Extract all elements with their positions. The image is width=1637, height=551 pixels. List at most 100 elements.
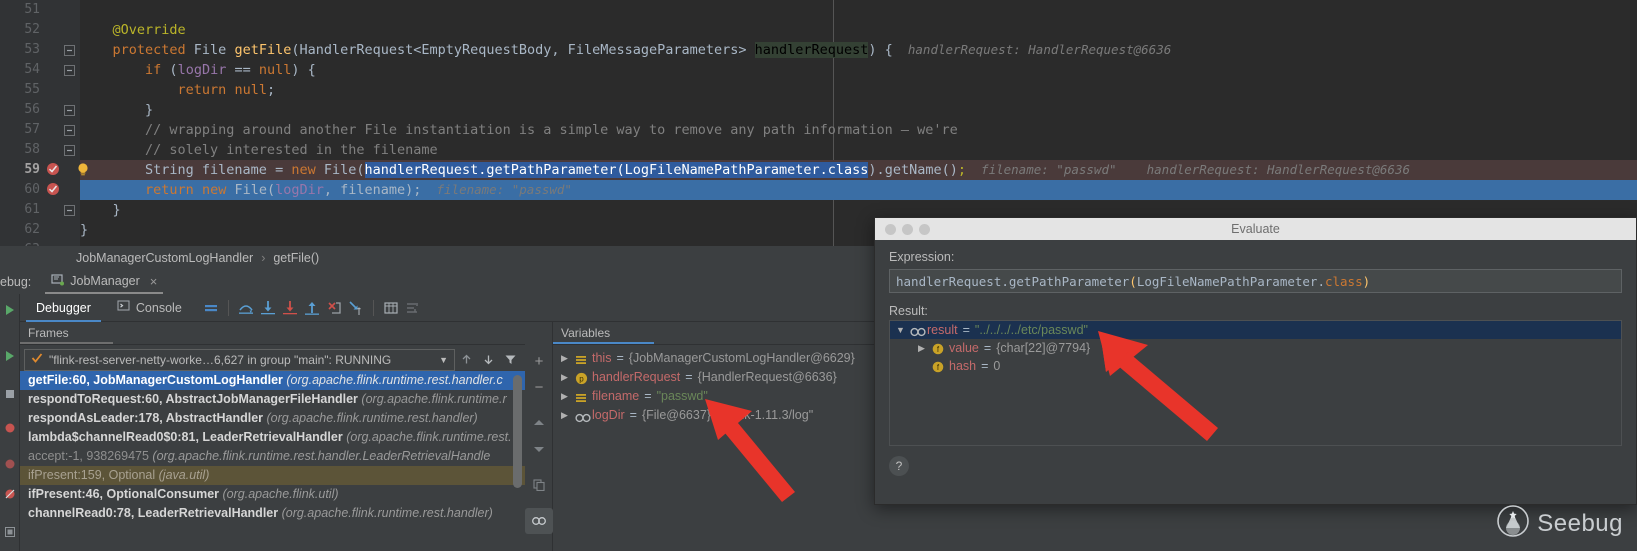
variables-tab-title[interactable]: Variables xyxy=(553,322,654,344)
code-lines[interactable]: 5152 @Override53 protected File getFile(… xyxy=(0,0,1637,246)
frame-up-button[interactable] xyxy=(455,349,477,371)
result-row[interactable]: ▶fvalue={char[22]@7794} xyxy=(890,339,1621,357)
frame-row[interactable]: accept:-1, 938269475 (org.apache.flink.r… xyxy=(20,447,525,466)
tab-console[interactable]: Console xyxy=(107,294,192,322)
variables-side-toolbar[interactable]: + − xyxy=(525,322,553,551)
help-icon[interactable]: ? xyxy=(889,456,909,476)
seebug-logo-icon xyxy=(1496,504,1530,543)
code-line[interactable]: 58 // solely interested in the filename xyxy=(0,140,1637,160)
variable-name: this xyxy=(592,349,611,368)
step-out-icon[interactable] xyxy=(301,297,323,319)
breakpoint-icon[interactable] xyxy=(46,162,62,178)
code-fold-icon[interactable] xyxy=(64,122,80,138)
breakpoint-icon[interactable] xyxy=(0,416,20,440)
code-text: @Override xyxy=(80,20,186,40)
mute-breakpoints-icon[interactable] xyxy=(0,482,20,506)
chevron-down-icon[interactable]: ▼ xyxy=(439,355,448,365)
close-icon[interactable]: × xyxy=(150,274,158,289)
result-row[interactable]: ▼result="../../../../etc/passwd" xyxy=(890,321,1621,339)
code-line[interactable]: 56 } xyxy=(0,100,1637,120)
expression-input[interactable]: handlerRequest.getPathParameter(LogFileN… xyxy=(889,269,1622,293)
thread-combobox[interactable]: "flink-rest-server-netty-worke…6,627 in … xyxy=(24,349,455,371)
code-line[interactable]: 53 protected File getFile(HandlerRequest… xyxy=(0,40,1637,60)
drop-frame-icon[interactable] xyxy=(323,297,345,319)
frames-list[interactable]: getFile:60, JobManagerCustomLogHandler (… xyxy=(20,371,525,547)
thread-selector-row[interactable]: "flink-rest-server-netty-worke…6,627 in … xyxy=(20,345,525,371)
frame-down-button[interactable] xyxy=(477,349,499,371)
expand-triangle-icon[interactable]: ▶ xyxy=(561,368,570,387)
remove-watch-icon[interactable]: − xyxy=(525,374,553,400)
frames-tabbar: Frames xyxy=(20,322,525,345)
move-down-icon[interactable] xyxy=(525,436,553,462)
filter-icon[interactable] xyxy=(499,349,521,371)
step-into-icon[interactable] xyxy=(257,297,279,319)
evaluate-dialog[interactable]: Evaluate Expression: handlerRequest.getP… xyxy=(874,217,1637,505)
code-line[interactable]: 52 @Override xyxy=(0,20,1637,40)
frame-row[interactable]: getFile:60, JobManagerCustomLogHandler (… xyxy=(20,371,525,390)
move-up-icon[interactable] xyxy=(525,410,553,436)
code-line[interactable]: 51 xyxy=(0,0,1637,20)
frame-row[interactable]: lambda$channelRead0$0:81, LeaderRetrieva… xyxy=(20,428,525,447)
stop-icon[interactable] xyxy=(0,382,20,406)
code-fold-icon[interactable] xyxy=(64,142,80,158)
frame-location: ifPresent:159, Optional xyxy=(28,468,155,482)
expand-triangle-icon[interactable]: ▶ xyxy=(561,349,570,368)
result-equals: = xyxy=(981,357,988,375)
expression-token: LogFileNamePathParameter. xyxy=(1137,274,1325,289)
breadcrumb-class[interactable]: JobManagerCustomLogHandler xyxy=(76,251,253,265)
code-fold-icon[interactable] xyxy=(64,202,80,218)
add-watch-icon[interactable]: + xyxy=(525,348,553,374)
settings-icon[interactable] xyxy=(402,297,424,319)
resume-program-icon[interactable] xyxy=(0,298,20,322)
thread-label: "flink-rest-server-netty-worke…6,627 in … xyxy=(49,353,391,367)
code-fold-icon[interactable] xyxy=(64,62,80,78)
frame-row[interactable]: ifPresent:46, OptionalConsumer (org.apac… xyxy=(20,485,525,504)
pause-icon[interactable] xyxy=(0,452,20,476)
code-line[interactable]: 54 if (logDir == null) { xyxy=(0,60,1637,80)
debug-left-icon-strip[interactable] xyxy=(0,294,20,551)
code-line[interactable]: 57 // wrapping around another File insta… xyxy=(0,120,1637,140)
breakpoint-icon[interactable] xyxy=(46,182,62,198)
expand-triangle-icon[interactable]: ▶ xyxy=(561,387,570,406)
mute-breakpoints-icon[interactable] xyxy=(200,297,222,319)
force-step-into-icon[interactable] xyxy=(279,297,301,319)
code-line[interactable]: 59 String filename = new File(handlerReq… xyxy=(0,160,1637,180)
frame-row[interactable]: respondAsLeader:178, AbstractHandler (or… xyxy=(20,409,525,428)
frames-tab-title[interactable]: Frames xyxy=(20,322,113,344)
run-to-cursor-icon[interactable] xyxy=(345,297,367,319)
expand-triangle-icon[interactable]: ▶ xyxy=(561,406,570,425)
copy-icon[interactable] xyxy=(525,472,553,498)
result-tree[interactable]: ▼result="../../../../etc/passwd"▶fvalue=… xyxy=(889,320,1622,446)
frame-row[interactable]: channelRead0:78, LeaderRetrievalHandler … xyxy=(20,504,525,523)
code-editor[interactable]: 5152 @Override53 protected File getFile(… xyxy=(0,0,1637,246)
result-value: "../../../../etc/passwd" xyxy=(975,321,1088,339)
toolbar-separator-2 xyxy=(373,300,374,316)
frame-row[interactable]: respondToRequest:60, AbstractJobManagerF… xyxy=(20,390,525,409)
expand-triangle-icon[interactable]: ▼ xyxy=(896,321,905,339)
code-text: protected File getFile(HandlerRequest<Em… xyxy=(80,40,1171,60)
line-number: 57 xyxy=(0,120,40,140)
console-icon xyxy=(117,294,130,322)
code-line[interactable]: 60 return new File(logDir, filename); fi… xyxy=(0,180,1637,200)
frames-scrollbar[interactable] xyxy=(513,375,522,488)
line-number: 53 xyxy=(0,40,40,60)
result-row[interactable]: fhash=0 xyxy=(890,357,1621,375)
line-number: 56 xyxy=(0,100,40,120)
evaluate-titlebar[interactable]: Evaluate xyxy=(875,218,1636,240)
expand-triangle-icon[interactable]: ▶ xyxy=(918,339,927,357)
step-over-icon[interactable] xyxy=(235,297,257,319)
code-line[interactable]: 55 return null; xyxy=(0,80,1637,100)
watches-icon[interactable] xyxy=(525,508,553,534)
code-fold-icon[interactable] xyxy=(64,102,80,118)
frame-row[interactable]: ifPresent:159, Optional (java.util) xyxy=(20,466,525,485)
tab-debugger[interactable]: Debugger xyxy=(26,294,101,322)
code-fold-icon[interactable] xyxy=(64,42,80,58)
debug-session-tab[interactable]: JobManager × xyxy=(45,270,163,294)
evaluate-expression-icon[interactable] xyxy=(380,297,402,319)
expression-token: class xyxy=(1325,274,1363,289)
breadcrumb-method[interactable]: getFile() xyxy=(273,251,319,265)
run-icon[interactable] xyxy=(0,344,20,368)
view-breakpoints-icon[interactable] xyxy=(0,520,20,544)
debug-session-name[interactable]: JobManager xyxy=(70,274,140,288)
frames-panel[interactable]: Frames "flink-rest-server-netty-worke…6,… xyxy=(20,322,525,551)
